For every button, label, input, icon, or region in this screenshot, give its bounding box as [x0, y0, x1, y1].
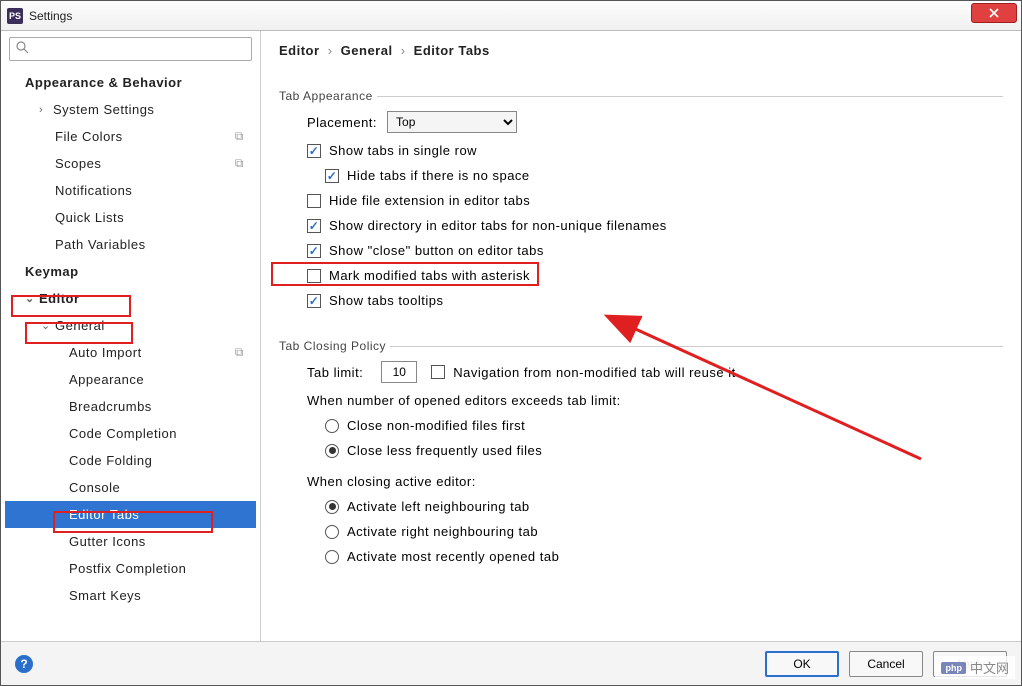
ok-button[interactable]: OK [765, 651, 839, 677]
search-icon [16, 41, 29, 57]
checkbox-mark-asterisk[interactable]: Mark modified tabs with asterisk [279, 268, 1003, 283]
tree-item-gutter-icons[interactable]: Gutter Icons [5, 528, 256, 555]
tree-item-label: Quick Lists [55, 210, 124, 225]
breadcrumb: Editor › General › Editor Tabs [279, 43, 1003, 58]
radio-activate-recent[interactable]: Activate most recently opened tab [279, 549, 1003, 564]
tree-item-label: Console [69, 480, 120, 495]
php-logo-icon: php [941, 662, 966, 674]
chevron-icon: › [39, 104, 53, 116]
closing-active-label: When closing active editor: [279, 474, 1003, 489]
tree-item-label: Gutter Icons [69, 534, 146, 549]
tree-item-label: System Settings [53, 102, 154, 117]
tree-item-auto-import[interactable]: Auto Import ⧉ [5, 339, 256, 366]
tree-item-quick-lists[interactable]: Quick Lists [5, 204, 256, 231]
chevron-icon: ⌄ [25, 292, 39, 305]
tree-item-label: Keymap [25, 264, 79, 279]
tree-item-system-settings[interactable]: ›System Settings [5, 96, 256, 123]
breadcrumb-sep: › [401, 43, 406, 58]
tree-item-path-variables[interactable]: Path Variables [5, 231, 256, 258]
checkbox-single-row[interactable]: Show tabs in single row [279, 143, 1003, 158]
chevron-icon: ⌄ [41, 319, 55, 332]
settings-sidebar: Appearance & Behavior›System SettingsFil… [1, 31, 261, 641]
titlebar: PS Settings [1, 1, 1021, 31]
exceeds-label: When number of opened editors exceeds ta… [279, 393, 1003, 408]
tree-item-label: Notifications [55, 183, 132, 198]
tree-item-postfix-completion[interactable]: Postfix Completion [5, 555, 256, 582]
tree-item-file-colors[interactable]: File Colors ⧉ [5, 123, 256, 150]
checkbox-show-dir[interactable]: Show directory in editor tabs for non-un… [279, 218, 1003, 233]
tree-item-editor-tabs[interactable]: Editor Tabs [5, 501, 256, 528]
tree-item-appearance-behavior[interactable]: Appearance & Behavior [5, 69, 256, 96]
placement-label: Placement: [307, 115, 377, 130]
checkbox-nav-reuse[interactable] [431, 365, 445, 379]
radio-close-less-frequent[interactable]: Close less frequently used files [279, 443, 1003, 458]
section-title-closing: Tab Closing Policy [275, 339, 390, 353]
tree-item-label: Appearance & Behavior [25, 75, 182, 90]
tree-item-label: Editor [39, 291, 80, 306]
tree-item-label: Code Folding [69, 453, 152, 468]
radio-close-non-modified[interactable]: Close non-modified files first [279, 418, 1003, 433]
tree-item-label: Editor Tabs [69, 507, 139, 522]
tree-item-notifications[interactable]: Notifications [5, 177, 256, 204]
app-icon: PS [7, 8, 23, 24]
tree-item-label: Auto Import [69, 345, 142, 360]
close-button[interactable] [971, 3, 1017, 23]
settings-main-panel: Editor › General › Editor Tabs Tab Appea… [261, 31, 1021, 641]
copy-icon: ⧉ [235, 156, 244, 171]
tree-item-keymap[interactable]: Keymap [5, 258, 256, 285]
tree-item-scopes[interactable]: Scopes ⧉ [5, 150, 256, 177]
tree-item-label: Path Variables [55, 237, 146, 252]
tree-item-console[interactable]: Console [5, 474, 256, 501]
tree-item-general[interactable]: ⌄General [5, 312, 256, 339]
cancel-button[interactable]: Cancel [849, 651, 923, 677]
checkbox-show-close[interactable]: Show "close" button on editor tabs [279, 243, 1003, 258]
settings-tree: Appearance & Behavior›System SettingsFil… [5, 69, 256, 641]
tree-item-label: Scopes [55, 156, 101, 171]
watermark: php 中文网 [935, 656, 1015, 679]
tree-item-label: General [55, 318, 105, 333]
radio-activate-right[interactable]: Activate right neighbouring tab [279, 524, 1003, 539]
tree-item-smart-keys[interactable]: Smart Keys [5, 582, 256, 609]
breadcrumb-part: Editor [279, 43, 320, 58]
breadcrumb-part: General [341, 43, 393, 58]
tree-item-label: Smart Keys [69, 588, 141, 603]
tree-item-appearance[interactable]: Appearance [5, 366, 256, 393]
section-title-appearance: Tab Appearance [275, 89, 377, 103]
tree-item-label: Breadcrumbs [69, 399, 152, 414]
tree-item-label: File Colors [55, 129, 123, 144]
tree-item-editor[interactable]: ⌄Editor [5, 285, 256, 312]
breadcrumb-sep: › [328, 43, 333, 58]
tree-item-code-completion[interactable]: Code Completion [5, 420, 256, 447]
placement-select[interactable]: Top [387, 111, 517, 133]
tree-item-label: Appearance [69, 372, 144, 387]
window-title: Settings [29, 9, 72, 23]
tree-item-breadcrumbs[interactable]: Breadcrumbs [5, 393, 256, 420]
checkbox-hide-ext[interactable]: Hide file extension in editor tabs [279, 193, 1003, 208]
dialog-footer: ? OK Cancel Apply [1, 641, 1021, 685]
radio-activate-left[interactable]: Activate left neighbouring tab [279, 499, 1003, 514]
tree-item-label: Postfix Completion [69, 561, 186, 576]
tree-item-code-folding[interactable]: Code Folding [5, 447, 256, 474]
checkbox-show-tooltips[interactable]: Show tabs tooltips [279, 293, 1003, 308]
tab-limit-label: Tab limit: [307, 365, 363, 380]
search-input[interactable] [9, 37, 252, 61]
tree-item-label: Code Completion [69, 426, 177, 441]
copy-icon: ⧉ [235, 129, 244, 144]
breadcrumb-part: Editor Tabs [414, 43, 490, 58]
copy-icon: ⧉ [235, 345, 244, 360]
tab-limit-input[interactable] [381, 361, 417, 383]
close-icon [989, 8, 999, 18]
help-button[interactable]: ? [15, 655, 33, 673]
checkbox-hide-no-space[interactable]: Hide tabs if there is no space [279, 168, 1003, 183]
